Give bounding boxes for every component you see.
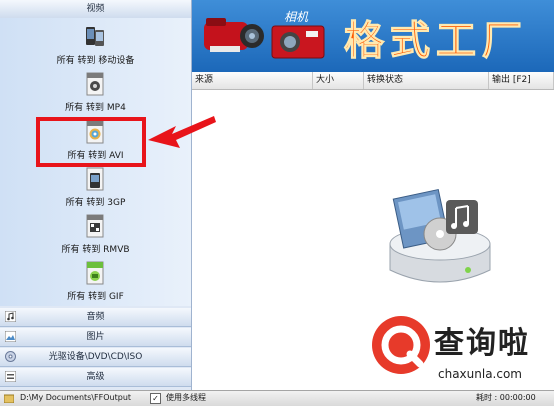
category-advanced-header[interactable]: 高级: [0, 368, 191, 387]
format-factory-logo-icon: [389, 188, 491, 283]
camcorder-icon: [204, 18, 264, 52]
red-arrow-icon: [148, 116, 216, 148]
output-path[interactable]: D:\My Documents\FFOutput: [20, 391, 131, 405]
mp4-file-icon: [86, 72, 104, 96]
category-video-label: 视频: [86, 4, 105, 14]
column-status[interactable]: 转换状态: [364, 72, 489, 89]
category-label: 图片: [86, 332, 105, 342]
category-disc-header[interactable]: 光驱设备\DVD\CD\ISO: [0, 348, 191, 367]
format-category-panel: 视频 所有 转到 移动设备 所有 转到 MP4 所有 转到 AVI 所有 转到 …: [0, 0, 192, 390]
camera-icon: [271, 25, 325, 59]
category-video-header[interactable]: 视频: [0, 0, 191, 19]
multithread-checkbox[interactable]: ✓: [150, 393, 161, 404]
multithread-label: 使用多线程: [166, 393, 206, 402]
format-item-gif[interactable]: 所有 转到 GIF: [0, 258, 191, 304]
format-item-label: 所有 转到 RMVB: [61, 245, 130, 255]
folder-icon: [4, 394, 14, 403]
category-audio-header[interactable]: 音频: [0, 308, 191, 327]
category-label: 光驱设备\DVD\CD\ISO: [48, 352, 143, 362]
elapsed-time: 耗时 : 00:00:00: [476, 393, 536, 402]
category-image-header[interactable]: 图片: [0, 328, 191, 347]
3gp-file-icon: [86, 167, 104, 191]
task-list-header: 来源 大小 转换状态 输出 [F2]: [192, 72, 554, 90]
watermark-brand: 查询啦: [434, 326, 530, 361]
format-item-mobile[interactable]: 所有 转到 移动设备: [0, 22, 191, 68]
column-output[interactable]: 输出 [F2]: [489, 72, 554, 89]
audio-icon: [5, 311, 16, 322]
format-item-3gp[interactable]: 所有 转到 3GP: [0, 164, 191, 210]
watermark-logo: [372, 316, 430, 374]
camera-label: 相机: [284, 10, 309, 24]
category-label: 高级: [86, 372, 105, 382]
advanced-icon: [5, 371, 16, 382]
avi-highlight-box: [36, 117, 146, 167]
gif-file-icon: [86, 261, 104, 285]
image-icon: [5, 331, 16, 342]
format-item-rmvb[interactable]: 所有 转到 RMVB: [0, 211, 191, 257]
category-label: 音频: [86, 312, 105, 322]
disc-icon: [5, 351, 16, 362]
format-item-label: 所有 转到 移动设备: [56, 56, 135, 66]
format-item-label: 所有 转到 GIF: [67, 292, 124, 302]
format-item-label: 所有 转到 3GP: [65, 198, 126, 208]
search-q-icon: [381, 325, 424, 368]
watermark-url: chaxunla.com: [438, 367, 522, 381]
format-item-mp4[interactable]: 所有 转到 MP4: [0, 69, 191, 115]
column-size[interactable]: 大小: [313, 72, 364, 89]
app-title: 格式工厂: [344, 17, 528, 65]
rmvb-file-icon: [86, 214, 104, 238]
mobile-device-icon: [86, 27, 104, 46]
column-source[interactable]: 来源: [192, 72, 313, 89]
app-banner: 相机 格式工厂: [192, 0, 554, 72]
status-bar: D:\My Documents\FFOutput ✓ 使用多线程 耗时 : 00…: [0, 390, 554, 406]
